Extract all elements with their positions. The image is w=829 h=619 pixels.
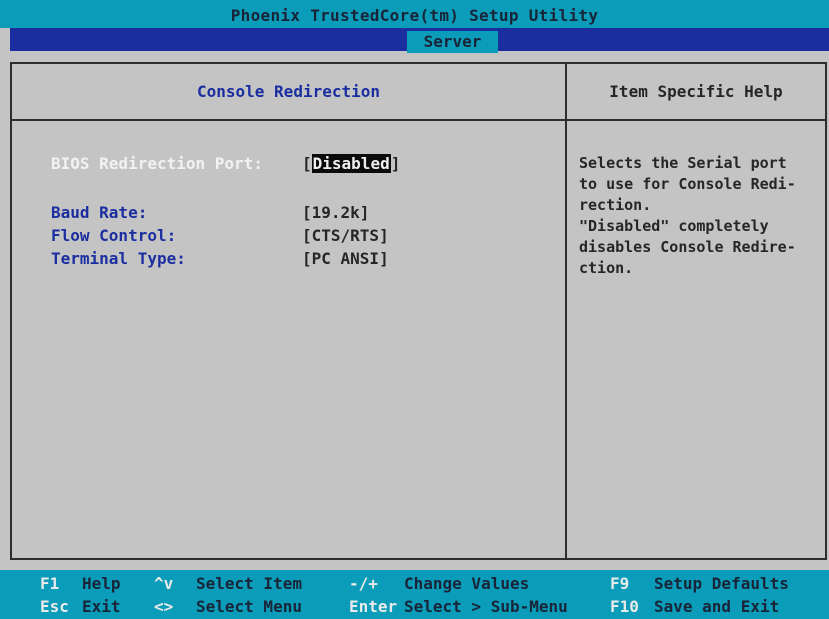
help-text: Selects the Serial port to use for Conso…	[579, 153, 824, 279]
title-bar: Phoenix TrustedCore(tm) Setup Utility	[0, 0, 829, 28]
bracket-close: ]	[390, 154, 401, 173]
key-f1: F1	[40, 574, 60, 593]
field-label-flow-control[interactable]: Flow Control:	[51, 226, 176, 245]
field-value-baud-rate[interactable]: [19.2k]	[302, 203, 369, 222]
selected-value[interactable]: Disabled	[311, 154, 391, 173]
app-title: Phoenix TrustedCore(tm) Setup Utility	[230, 6, 599, 25]
save-and-exit-hint: Save and Exit	[654, 597, 780, 616]
key-arrows-up-down: ^v	[154, 574, 174, 593]
field-value-terminal-type[interactable]: [PC ANSI]	[302, 249, 389, 268]
help-hint: Help	[82, 574, 121, 593]
setup-defaults-hint: Setup Defaults	[654, 574, 789, 593]
select-item-hint: Select Item	[196, 574, 302, 593]
help-title: Item Specific Help	[609, 82, 783, 101]
help-line: disables Console Redire-	[579, 238, 796, 256]
field-value-flow-control[interactable]: [CTS/RTS]	[302, 226, 389, 245]
main-frame	[10, 62, 827, 560]
tab-server[interactable]: Server	[407, 31, 498, 53]
field-label-terminal-type[interactable]: Terminal Type:	[51, 249, 186, 268]
field-label-bios-redirection-port[interactable]: BIOS Redirection Port:	[51, 154, 263, 173]
select-submenu-hint: Select > Sub-Menu	[404, 597, 568, 616]
help-line: Selects the Serial port	[579, 154, 787, 172]
field-label-baud-rate[interactable]: Baud Rate:	[51, 203, 147, 222]
change-values-hint: Change Values	[404, 574, 530, 593]
key-enter: Enter	[349, 597, 398, 616]
help-line: "Disabled" completely	[579, 217, 769, 235]
key-f9: F9	[610, 574, 630, 593]
horizontal-divider	[12, 119, 825, 121]
section-title: Console Redirection	[196, 82, 381, 101]
bracket-open: [	[302, 154, 312, 173]
help-line: to use for Console Redi-	[579, 175, 796, 193]
key-arrows-left-right: <>	[154, 597, 174, 616]
help-line: rection.	[579, 196, 652, 214]
help-line: ction.	[579, 259, 634, 277]
select-menu-hint: Select Menu	[196, 597, 302, 616]
key-esc: Esc	[40, 597, 69, 616]
vertical-divider	[565, 64, 567, 559]
key-f10: F10	[610, 597, 639, 616]
exit-hint: Exit	[82, 597, 121, 616]
key-minus-plus: -/+	[349, 574, 378, 593]
field-value-bios-redirection-port[interactable]: [Disabled]	[302, 154, 400, 173]
